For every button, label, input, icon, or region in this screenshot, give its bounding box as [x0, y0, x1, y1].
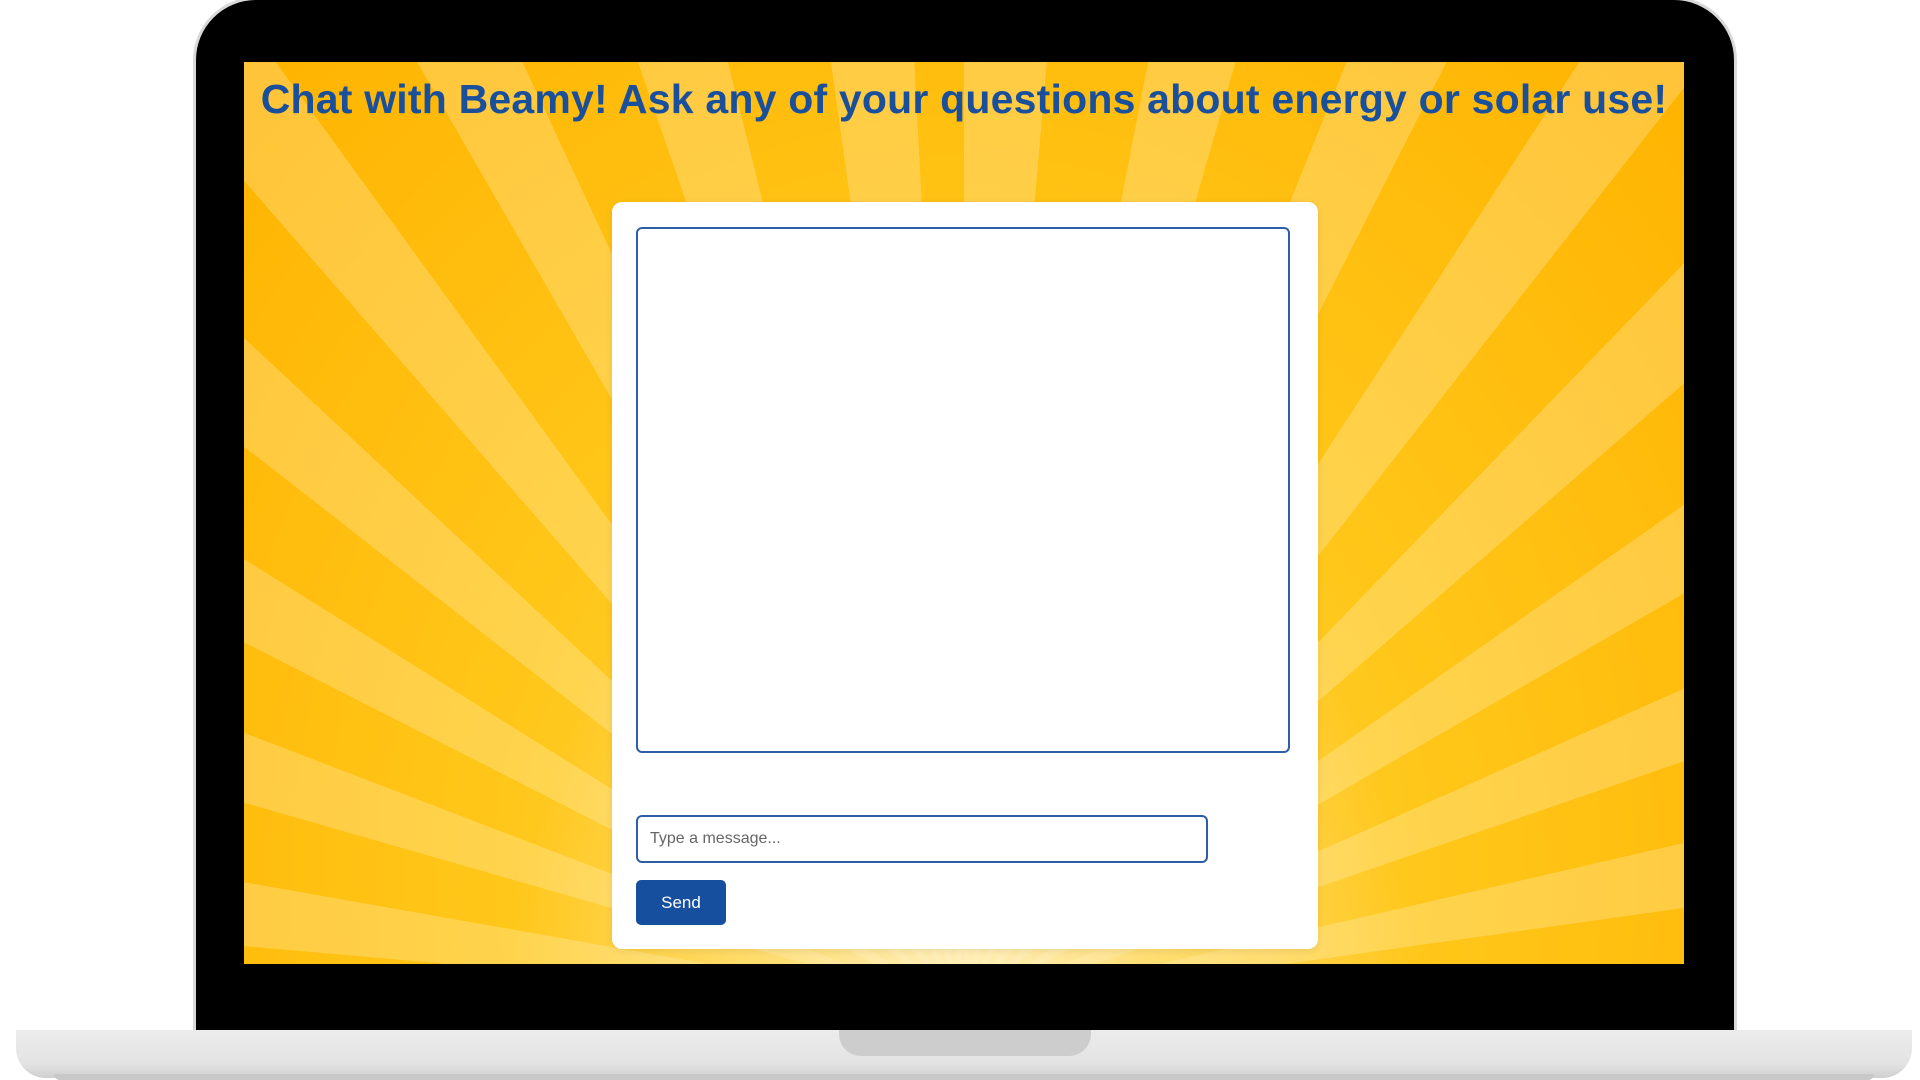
- chat-card: Send: [612, 202, 1318, 949]
- app-screen: Chat with Beamy! Ask any of your questio…: [244, 62, 1684, 964]
- message-input[interactable]: [636, 815, 1208, 863]
- chat-log[interactable]: [636, 227, 1290, 753]
- laptop-notch: [839, 1030, 1091, 1056]
- mockup-stage: Chat with Beamy! Ask any of your questio…: [0, 0, 1920, 1080]
- laptop-base-shadow: [54, 1074, 1874, 1080]
- page-title: Chat with Beamy! Ask any of your questio…: [260, 76, 1668, 122]
- send-button[interactable]: Send: [636, 880, 726, 925]
